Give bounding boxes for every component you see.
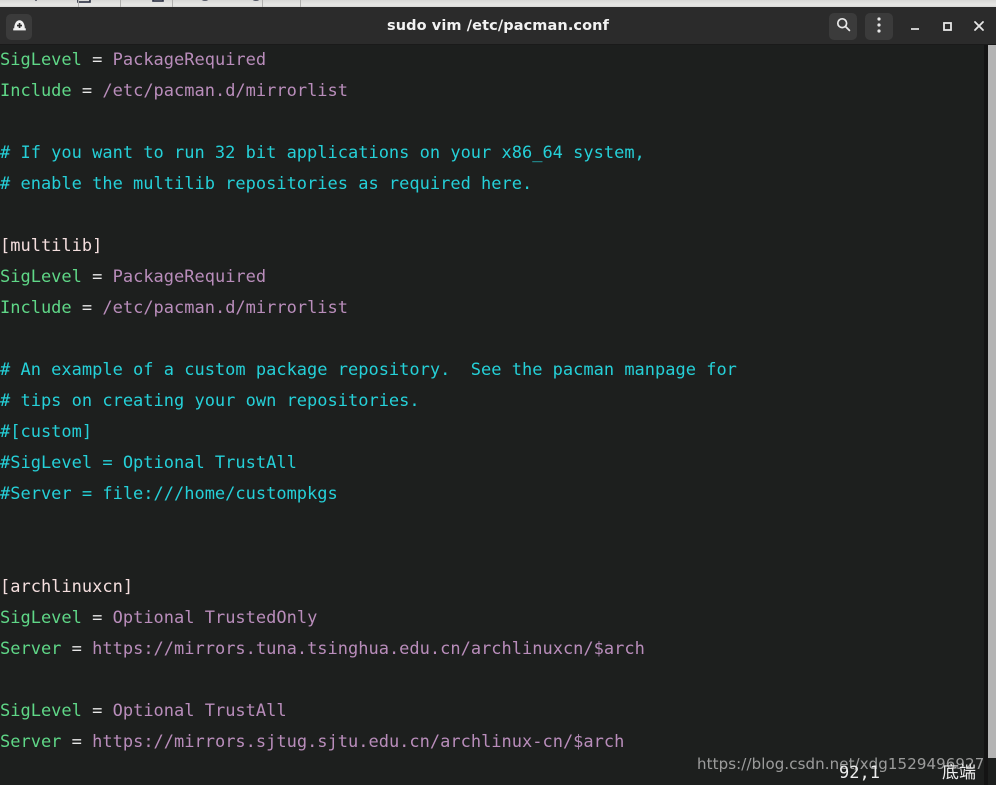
code-token: # tips on creating your own repositories…	[0, 391, 420, 411]
code-token: Optional TrustedOnly	[112, 608, 318, 628]
close-button[interactable]	[970, 18, 988, 36]
code-token: SigLevel	[0, 50, 93, 70]
vim-icon	[11, 17, 28, 38]
code-token: /etc/pacman.d/mirrorlist	[102, 81, 349, 101]
cursor-position-indicator: 92,1	[839, 763, 880, 783]
code-line: SigLevel = Optional TrustedOnly	[0, 603, 737, 634]
minimize-icon	[908, 18, 922, 37]
code-token: =	[71, 732, 93, 752]
code-token: [archlinuxcn]	[0, 577, 134, 597]
code-token: PackageRequired	[112, 267, 267, 287]
code-line: # tips on creating your own repositories…	[0, 386, 737, 417]
code-line: [multilib]	[0, 231, 737, 262]
kebab-menu-icon	[876, 16, 882, 38]
code-line: SigLevel = PackageRequired	[0, 45, 737, 76]
code-line: Include = /etc/pacman.d/mirrorlist	[0, 76, 737, 107]
toolbar-find-icon[interactable]	[325, 0, 341, 3]
search-icon	[835, 16, 852, 37]
code-line: [archlinuxcn]	[0, 572, 737, 603]
toolbar-print-icon[interactable]	[150, 0, 166, 3]
code-token: # enable the multilib repositories as re…	[0, 174, 533, 194]
code-line: Server = https://mirrors.sjtug.sjtu.edu.…	[0, 727, 737, 758]
code-token: =	[92, 608, 113, 628]
vim-text-area[interactable]: SigLevel = PackageRequired Include = /etc…	[0, 45, 984, 785]
vim-status-line: 92,1 底端	[0, 761, 984, 785]
minimize-button[interactable]	[906, 18, 924, 36]
code-line: # If you want to run 32 bit applications…	[0, 138, 737, 169]
code-token: SigLevel	[0, 608, 93, 628]
code-line: # An example of a custom package reposit…	[0, 355, 737, 386]
close-icon	[972, 18, 986, 37]
code-line: #Server = file:///home/custompkgs	[0, 479, 737, 510]
code-token: =	[92, 50, 113, 70]
app-menu-button[interactable]	[6, 14, 32, 40]
code-token: Include	[0, 298, 82, 318]
maximize-icon	[940, 18, 954, 37]
code-token: =	[71, 639, 93, 659]
code-line: #SigLevel = Optional TrustAll	[0, 448, 737, 479]
code-token: #Server = file:///home/custompkgs	[0, 484, 338, 504]
code-token: https://mirrors.sjtug.sjtu.edu.cn/archli…	[92, 732, 625, 752]
code-line: SigLevel = Optional TrustAll	[0, 696, 737, 727]
code-token: /etc/pacman.d/mirrorlist	[102, 298, 349, 318]
search-button[interactable]	[829, 13, 857, 40]
code-token: SigLevel	[0, 267, 93, 287]
code-token: =	[81, 298, 103, 318]
code-line: Server = https://mirrors.tuna.tsinghua.e…	[0, 634, 737, 665]
code-token: #SigLevel = Optional TrustAll	[0, 453, 297, 473]
code-token: Server	[0, 639, 72, 659]
code-line: # enable the multilib repositories as re…	[0, 169, 737, 200]
overflow-menu-button[interactable]	[865, 13, 893, 40]
window-titlebar: sudo vim /etc/pacman.conf	[0, 9, 996, 45]
code-token: # An example of a custom package reposit…	[0, 360, 737, 380]
maximize-button[interactable]	[938, 18, 956, 36]
code-token: Server	[0, 732, 72, 752]
code-token: [multilib]	[0, 236, 103, 256]
scroll-position-indicator: 底端	[942, 763, 976, 783]
code-token: SigLevel	[0, 701, 93, 721]
toolbar-undo-icon[interactable]	[197, 0, 213, 3]
vertical-scrollbar[interactable]	[984, 45, 996, 785]
clipped-toolbar-strip	[0, 0, 996, 9]
code-token: # If you want to run 32 bit applications…	[0, 143, 645, 163]
code-token: #[custom]	[0, 422, 93, 442]
code-token: =	[92, 267, 113, 287]
code-token: =	[81, 81, 103, 101]
code-line: #[custom]	[0, 417, 737, 448]
code-line: SigLevel = PackageRequired	[0, 262, 737, 293]
code-token: Optional TrustAll	[112, 701, 287, 721]
scrollbar-thumb[interactable]	[988, 45, 996, 758]
code-token: Include	[0, 81, 82, 101]
code-token: PackageRequired	[112, 50, 267, 70]
code-token: =	[92, 701, 113, 721]
config-file-content: SigLevel = PackageRequired Include = /etc…	[0, 45, 737, 758]
code-token: https://mirrors.tuna.tsinghua.edu.cn/arc…	[92, 639, 645, 659]
toolbar-open-icon[interactable]	[28, 0, 44, 3]
code-line: Include = /etc/pacman.d/mirrorlist	[0, 293, 737, 324]
